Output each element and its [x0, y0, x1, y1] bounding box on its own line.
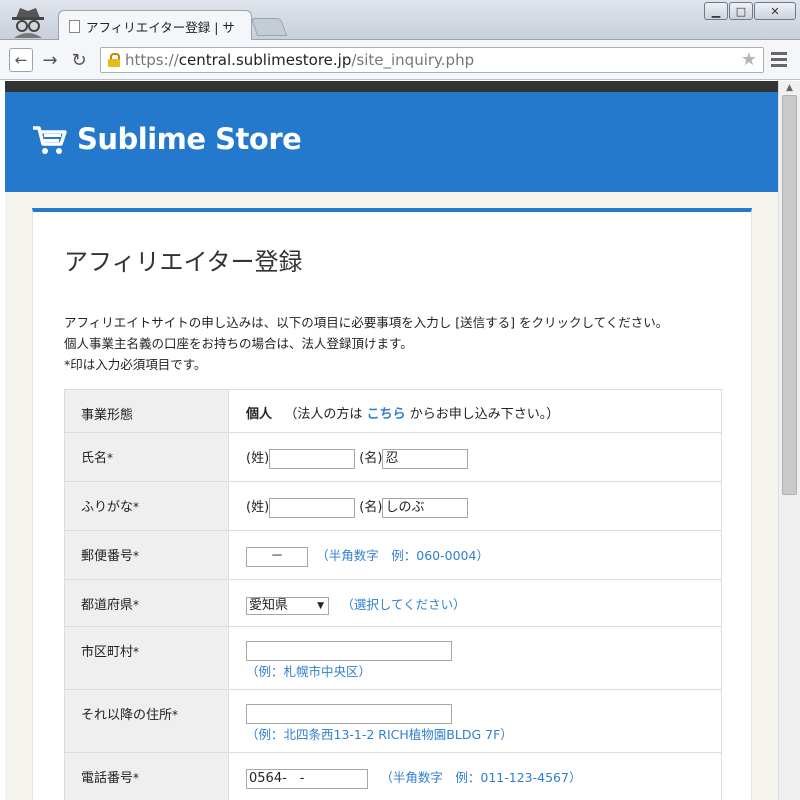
- chevron-down-icon: ▼: [317, 600, 324, 611]
- address-hint: （例：北四条西13-1-2 RICH植物園BLDG 7F）: [246, 727, 513, 742]
- intro-line: 個人事業主名義の口座をお持ちの場合は、法人登録頂けます。: [64, 336, 413, 351]
- cart-icon: [33, 126, 67, 154]
- postal-hint: （半角数字 例：060-0004）: [316, 548, 489, 563]
- business-type-note-post: からお申し込み下さい。）: [409, 407, 560, 422]
- page-icon: [69, 19, 80, 33]
- field-label: 市区町村*: [64, 626, 229, 690]
- site-logo[interactable]: Sublime Store: [31, 120, 302, 158]
- last-name-kana-input[interactable]: [269, 497, 356, 518]
- phone-hint: （半角数字 例：011-123-4567）: [380, 770, 582, 785]
- intro-text: アフィリエイトサイトの申し込みは、以下の項目に必要事項を入力し [送信する] を…: [64, 312, 668, 375]
- required-mark: *: [133, 598, 140, 612]
- field-label: 氏名*: [64, 432, 229, 482]
- city-input[interactable]: [246, 641, 452, 661]
- postal-code-input[interactable]: －: [246, 546, 308, 567]
- address-bar[interactable]: https://central.sublimestore.jp/site_inq…: [100, 47, 764, 73]
- form-row-phone: 電話番号* 0564- - （半角数字 例：011-123-4567）: [64, 752, 722, 800]
- sei-label: (姓): [246, 451, 270, 466]
- field-label: 電話番号*: [64, 752, 229, 800]
- business-type-value: 個人: [246, 407, 273, 422]
- vertical-scrollbar[interactable]: ▲: [778, 81, 800, 800]
- form-row-business-type: 事業形態 個人 （法人の方は こちら からお申し込み下さい。）: [64, 389, 722, 433]
- phone-input[interactable]: 0564- -: [246, 768, 368, 789]
- reload-icon[interactable]: ↻: [67, 48, 91, 72]
- field-label: ふりがな*: [64, 481, 229, 531]
- required-mark: *: [133, 500, 140, 514]
- top-strip: [5, 81, 778, 92]
- lock-icon: [107, 53, 121, 67]
- forward-icon[interactable]: →: [38, 48, 62, 72]
- tab-title: アフィリエイター登録 | サ: [86, 19, 235, 35]
- close-window-button[interactable]: ✕: [754, 2, 796, 20]
- form-row-name: 氏名* (姓) (名) 忍: [64, 432, 722, 482]
- registration-form: 事業形態 個人 （法人の方は こちら からお申し込み下さい。） 氏名* (姓) …: [64, 389, 722, 800]
- address-input[interactable]: [246, 704, 452, 724]
- last-name-input[interactable]: [269, 448, 356, 469]
- business-type-note: （法人の方は: [284, 407, 363, 422]
- city-hint: （例：札幌市中央区）: [246, 664, 372, 679]
- new-tab-button[interactable]: [250, 18, 288, 36]
- bookmark-star-icon[interactable]: ★: [741, 49, 757, 70]
- mei-label: (名): [359, 500, 383, 515]
- form-row-city: 市区町村* （例：札幌市中央区）: [64, 626, 722, 690]
- menu-icon[interactable]: [771, 52, 787, 70]
- site-header: Sublime Store: [5, 92, 778, 192]
- required-mark: *: [107, 451, 114, 465]
- required-mark: *: [133, 645, 140, 659]
- mei-label: (名): [359, 451, 383, 466]
- incognito-icon: [12, 8, 44, 38]
- field-label: 事業形態: [64, 389, 229, 433]
- form-row-postal: 郵便番号* － （半角数字 例：060-0004）: [64, 530, 722, 580]
- logo-text: Sublime Store: [77, 122, 302, 156]
- intro-line: アフィリエイトサイトの申し込みは、以下の項目に必要事項を入力し [送信する] を…: [64, 315, 669, 330]
- page-viewport: Sublime Store アフィリエイター登録 アフィリエイトサイトの申し込み…: [5, 81, 778, 800]
- page-title: アフィリエイター登録: [64, 248, 303, 276]
- browser-titlebar: アフィリエイター登録 | サ ▁ □ ✕: [0, 0, 800, 41]
- form-card: アフィリエイター登録 アフィリエイトサイトの申し込みは、以下の項目に必要事項を入…: [32, 208, 752, 800]
- form-row-prefecture: 都道府県* 愛知県 ▼ （選択してください）: [64, 579, 722, 627]
- sei-label: (姓): [246, 500, 270, 515]
- first-name-kana-input[interactable]: しのぶ: [382, 497, 469, 518]
- back-icon[interactable]: ←: [9, 48, 33, 72]
- maximize-button[interactable]: □: [729, 2, 753, 20]
- scrollbar-thumb[interactable]: [782, 95, 797, 495]
- browser-tab-active[interactable]: アフィリエイター登録 | サ: [58, 10, 252, 41]
- corporate-link[interactable]: こちら: [367, 407, 406, 422]
- minimize-button[interactable]: ▁: [704, 2, 728, 20]
- required-mark: *: [133, 771, 140, 785]
- required-mark: *: [133, 549, 140, 563]
- intro-line: *印は入力必須項目です。: [64, 357, 207, 372]
- field-label: それ以降の住所*: [64, 689, 229, 753]
- url-text: https://central.sublimestore.jp/site_inq…: [125, 51, 475, 69]
- form-row-furigana: ふりがな* (姓) (名) しのぶ: [64, 481, 722, 531]
- browser-toolbar: ← → ↻ https://central.sublimestore.jp/si…: [0, 40, 800, 80]
- field-label: 都道府県*: [64, 579, 229, 627]
- prefecture-select[interactable]: 愛知県 ▼: [246, 596, 329, 615]
- required-mark: *: [172, 708, 179, 722]
- field-label: 郵便番号*: [64, 530, 229, 580]
- form-row-address: それ以降の住所* （例：北四条西13-1-2 RICH植物園BLDG 7F）: [64, 689, 722, 753]
- first-name-input[interactable]: 忍: [382, 448, 469, 469]
- prefecture-hint: （選択してください）: [341, 597, 466, 612]
